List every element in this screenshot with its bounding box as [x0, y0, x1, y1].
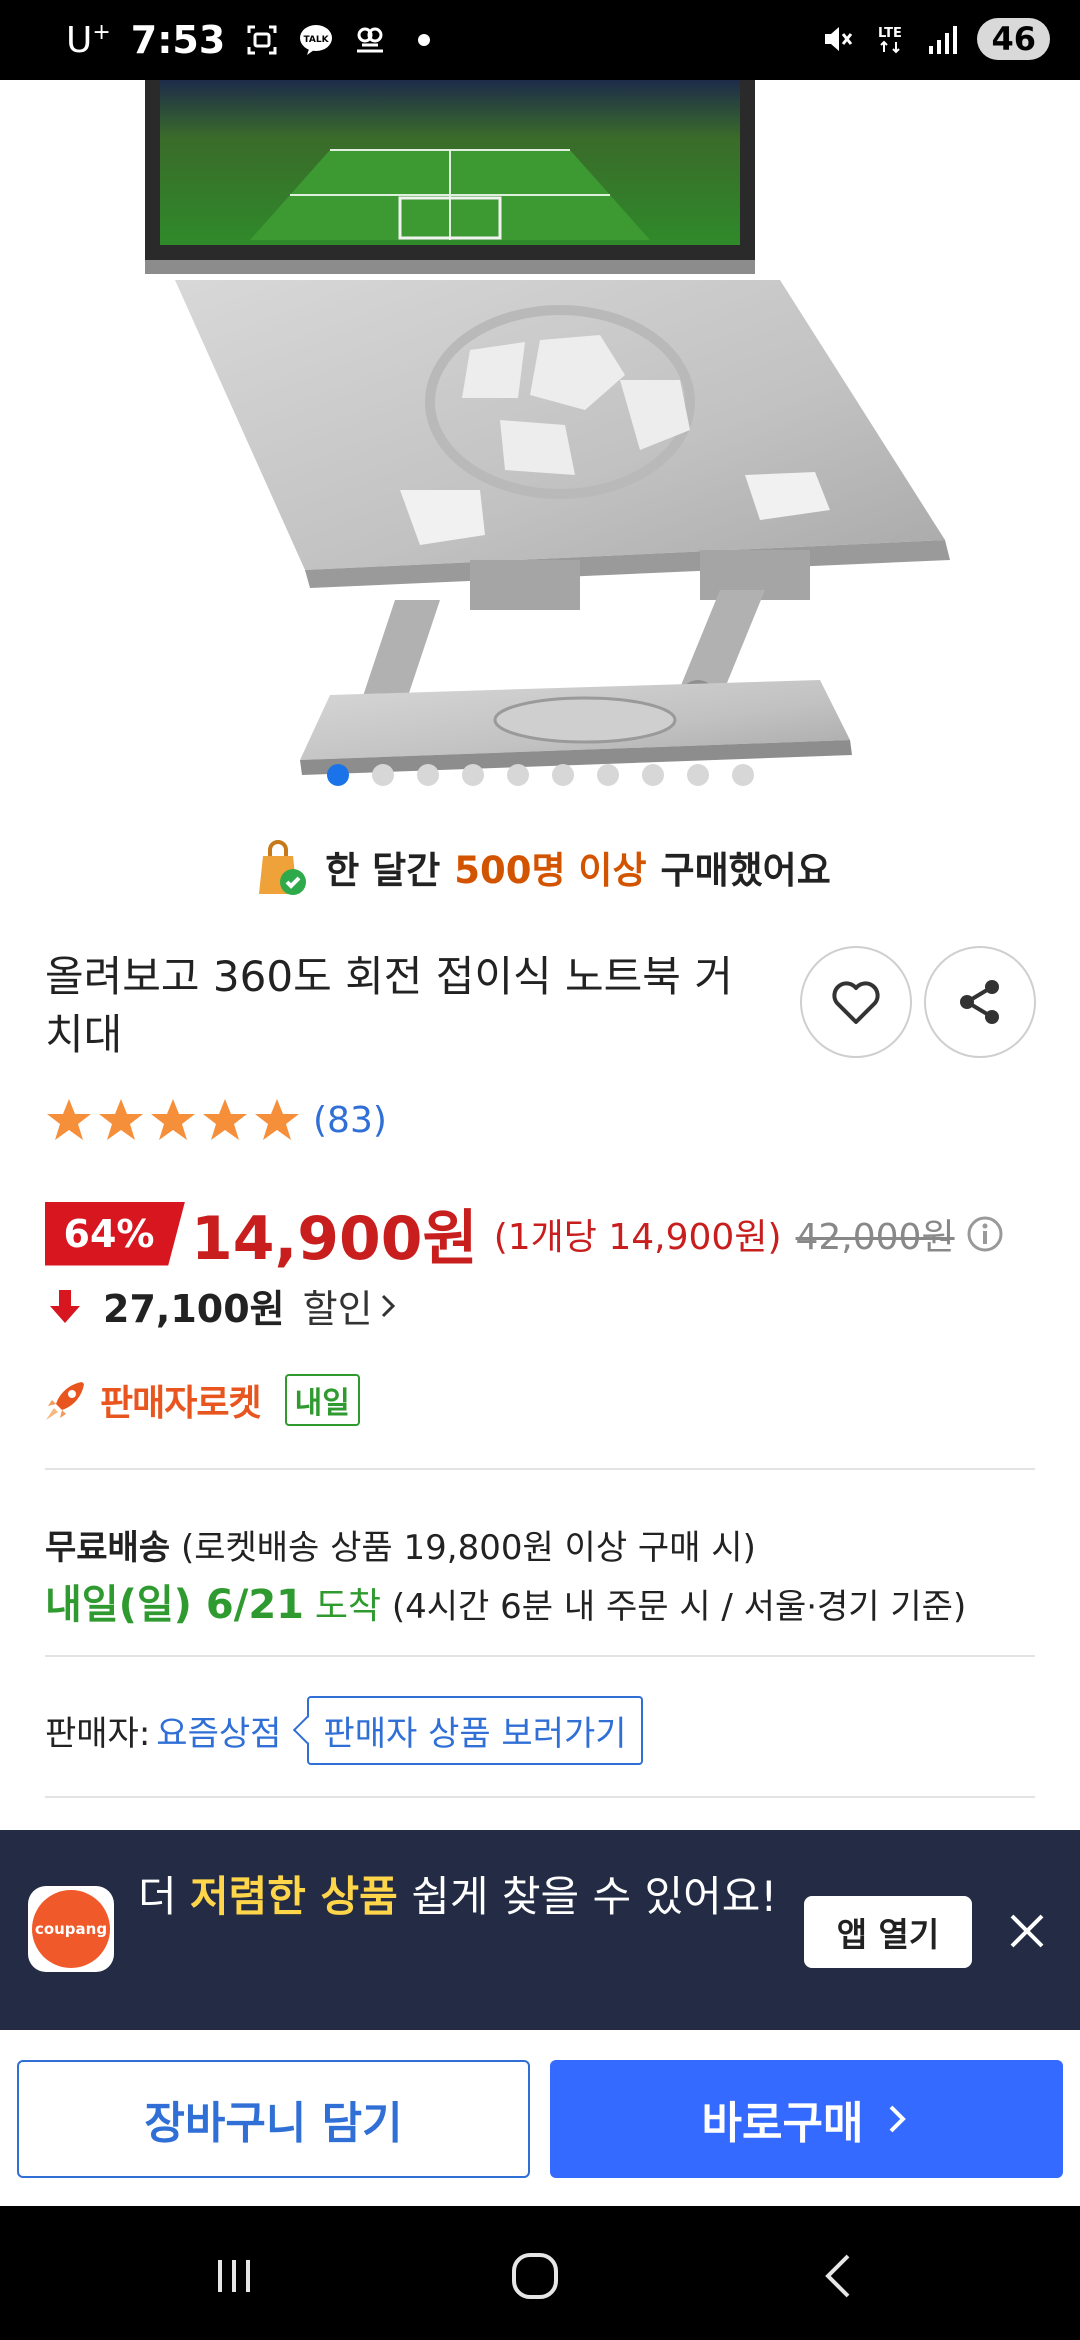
star-icon: [151, 1099, 195, 1140]
carrier-plus: +: [92, 19, 111, 45]
dot-icon: [418, 34, 431, 46]
clock: 7:53: [130, 18, 226, 62]
heart-icon: [832, 981, 880, 1024]
recent-apps-icon: [218, 2260, 250, 2292]
info-icon[interactable]: [965, 1214, 1005, 1254]
buy-now-label: 바로구매: [701, 2098, 864, 2149]
lte-icon: LTE: [879, 26, 903, 54]
down-arrow-icon: [50, 1289, 80, 1323]
pager-dot[interactable]: [371, 764, 394, 786]
svg-text:TALK: TALK: [304, 35, 330, 45]
purchase-banner-prefix: 한 달간: [325, 849, 441, 892]
star-icon: [99, 1099, 143, 1140]
carrier: U+: [66, 20, 111, 61]
laptop-stand-image: [145, 80, 950, 775]
screenshot-icon: [247, 25, 277, 55]
unit-price: (1개당 14,900원): [493, 1216, 782, 1258]
system-nav-bar: [0, 2206, 1080, 2340]
star-icon: [255, 1099, 299, 1140]
status-bar: U+ 7:53 TALK LTE 46: [0, 0, 1080, 80]
pager-dot[interactable]: [461, 764, 484, 786]
svg-text:LTE: LTE: [879, 26, 903, 41]
coupang-logo: coupang: [28, 1886, 114, 1972]
status-right: LTE 46: [821, 18, 1050, 60]
buy-now-button[interactable]: 바로구매: [550, 2060, 1063, 2178]
back-icon: [825, 2254, 850, 2298]
bottom-action-bar: 장바구니 담기 바로구매: [0, 2030, 1080, 2206]
rating-row[interactable]: (83): [45, 1096, 387, 1144]
notification-icon: [357, 27, 384, 53]
pager-dot[interactable]: [731, 764, 754, 786]
divider: [45, 1655, 1035, 1657]
original-price: 42,000원: [795, 1216, 955, 1258]
chevron-right-icon: [890, 2105, 907, 2133]
divider: [45, 1796, 1035, 1798]
wishlist-button[interactable]: [800, 946, 912, 1058]
seller-name[interactable]: 요즘상점: [156, 1706, 281, 1755]
pager-dot[interactable]: [596, 764, 619, 786]
home-icon: [512, 2253, 558, 2299]
rocket-label: 판매자로켓: [100, 1383, 262, 1424]
pager-dot[interactable]: [551, 764, 574, 786]
free-shipping-label: 무료배송: [45, 1528, 171, 1568]
purchase-banner-suffix: 구매했어요: [660, 849, 831, 892]
seller-label: 판매자:: [45, 1714, 151, 1754]
arrival-info: 내일(일) 6/21 도착 (4시간 6분 내 주문 시 / 서울·경기 기준): [45, 1572, 966, 1630]
recent-apps-button[interactable]: [194, 2236, 274, 2316]
share-icon: [960, 980, 999, 1024]
sale-price: 14,900원: [191, 1204, 478, 1274]
image-pager: [0, 764, 1080, 786]
chevron-right-icon: [381, 1294, 395, 1317]
discount-amount-row[interactable]: 27,100원 할인: [45, 1278, 401, 1333]
arrival-word: 도착: [314, 1586, 382, 1627]
app-install-banner: coupang 더 저렴한 상품 쉽게 찾을 수 있어요! 앱 열기: [0, 1830, 1080, 2030]
mute-icon: [825, 27, 853, 51]
coupang-logo-text: coupang: [32, 1890, 110, 1968]
free-shipping-condition: (로켓배송 상품 19,800원 이상 구매 시): [180, 1528, 756, 1568]
discount-amount: 27,100원: [103, 1287, 285, 1331]
product-image[interactable]: [0, 80, 1080, 800]
star-icon: [47, 1099, 91, 1140]
back-button[interactable]: [800, 2236, 880, 2316]
arrival-condition: (4시간 6분 내 주문 시 / 서울·경기 기준): [391, 1587, 967, 1627]
signal-icon: [929, 26, 958, 54]
divider: [45, 1468, 1035, 1470]
open-app-button[interactable]: 앱 열기: [804, 1896, 972, 1968]
arrival-date: 내일(일) 6/21: [45, 1582, 304, 1628]
kakaotalk-icon: TALK: [300, 25, 333, 55]
battery-indicator: 46: [977, 18, 1050, 60]
pager-dot[interactable]: [686, 764, 709, 786]
purchase-banner-highlight: 500명 이상: [454, 849, 647, 892]
add-to-cart-button[interactable]: 장바구니 담기: [17, 2060, 530, 2178]
pager-dot[interactable]: [506, 764, 529, 786]
price-row: 64% 14,900원 (1개당 14,900원) 42,000원: [45, 1190, 1005, 1277]
banner-text-highlight: 저렴한 상품: [190, 1872, 398, 1921]
purchase-count-banner: 한 달간 500명 이상 구매했어요: [0, 836, 1080, 898]
pager-dot[interactable]: [641, 764, 664, 786]
star-icon: [203, 1099, 247, 1140]
app-banner-text: 더 저렴한 상품 쉽게 찾을 수 있어요!: [138, 1866, 778, 1928]
seller-row: 판매자: 요즘상점 판매자 상품 보러가기: [45, 1696, 643, 1765]
discount-label: 할인: [302, 1287, 373, 1331]
review-count[interactable]: (83): [313, 1100, 387, 1141]
seller-products-link[interactable]: 판매자 상품 보러가기: [307, 1696, 643, 1765]
status-left: U+ 7:53 TALK: [66, 18, 441, 62]
rocket-delivery-badge: 판매자로켓 내일: [42, 1374, 360, 1426]
pager-dot-active[interactable]: [326, 764, 349, 786]
home-button[interactable]: [495, 2236, 575, 2316]
banner-text-suffix: 쉽게 찾을 수 있어요!: [411, 1872, 778, 1921]
tomorrow-badge: 내일: [284, 1374, 360, 1426]
rocket-icon: [46, 1382, 84, 1420]
product-title: 올려보고 360도 회전 접이식 노트북 거치대: [45, 952, 733, 1059]
banner-text-prefix: 더: [138, 1872, 177, 1921]
share-button[interactable]: [924, 946, 1036, 1058]
shopping-bag-check-icon: [259, 840, 307, 895]
close-icon[interactable]: [1002, 1906, 1052, 1956]
discount-rate-badge: 64%: [45, 1201, 185, 1266]
free-shipping-info: 무료배송 (로켓배송 상품 19,800원 이상 구매 시): [45, 1520, 756, 1569]
carrier-text: U: [66, 19, 93, 61]
pager-dot[interactable]: [416, 764, 439, 786]
